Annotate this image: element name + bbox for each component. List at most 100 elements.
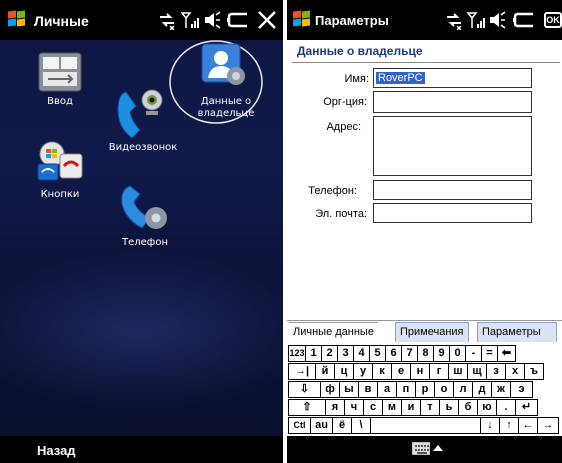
key[interactable]: 7 xyxy=(401,345,418,362)
key[interactable]: 5 xyxy=(369,345,386,362)
soft-key-bar xyxy=(287,436,562,463)
key[interactable]: г xyxy=(429,363,449,380)
space-key[interactable] xyxy=(370,417,481,434)
email-field[interactable] xyxy=(373,203,532,223)
key[interactable]: →| xyxy=(288,363,316,380)
chevron-up-icon[interactable] xyxy=(433,444,443,452)
key[interactable]: 3 xyxy=(337,345,354,362)
key[interactable]: Ctl xyxy=(288,417,311,434)
key[interactable]: щ xyxy=(467,363,487,380)
name-label: Имя: xyxy=(344,73,369,85)
page-title: Личные xyxy=(34,13,89,29)
key[interactable]: ш xyxy=(448,363,468,380)
key[interactable]: ↓ xyxy=(480,417,500,434)
key[interactable]: л xyxy=(453,381,473,398)
section-divider xyxy=(292,62,560,63)
icon-label-owner-info: Данные о владельце xyxy=(197,96,255,119)
key[interactable]: т xyxy=(420,399,440,416)
key[interactable]: \ xyxy=(351,417,371,434)
key[interactable]: 0 xyxy=(449,345,466,362)
buttons-icon[interactable] xyxy=(36,140,84,184)
key[interactable]: ц xyxy=(334,363,354,380)
key[interactable]: х xyxy=(505,363,525,380)
key[interactable]: э xyxy=(510,381,533,398)
key[interactable]: п xyxy=(396,381,416,398)
org-field[interactable] xyxy=(373,91,532,113)
key[interactable]: ⬅ xyxy=(497,345,516,362)
tab-personal[interactable]: Личные данные xyxy=(289,322,378,342)
key[interactable]: ← xyxy=(518,417,538,434)
volume-icon[interactable] xyxy=(488,10,506,30)
name-field[interactable]: RoverPC xyxy=(373,68,532,88)
address-field[interactable] xyxy=(373,116,532,176)
key[interactable]: а xyxy=(377,381,397,398)
key[interactable]: н xyxy=(410,363,430,380)
key[interactable]: ъ xyxy=(524,363,544,380)
key[interactable]: ⇩ xyxy=(288,381,321,398)
connectivity-icon[interactable] xyxy=(158,10,176,30)
video-call-icon[interactable] xyxy=(116,86,166,142)
ok-button[interactable]: OK xyxy=(544,12,562,28)
key[interactable]: з xyxy=(486,363,506,380)
key[interactable]: м xyxy=(382,399,402,416)
key[interactable]: в xyxy=(358,381,378,398)
keyboard-icon[interactable] xyxy=(412,442,430,455)
volume-icon[interactable] xyxy=(203,10,221,30)
key[interactable]: е xyxy=(391,363,411,380)
windows-start-icon[interactable] xyxy=(293,10,313,29)
key[interactable]: ↑ xyxy=(499,417,519,434)
key[interactable]: с xyxy=(363,399,383,416)
icon-label-buttons: Кнопки xyxy=(40,189,80,200)
background-glow xyxy=(0,250,283,410)
key[interactable]: 9 xyxy=(433,345,450,362)
key[interactable]: 6 xyxy=(385,345,402,362)
owner-info-icon[interactable] xyxy=(200,42,246,88)
signal-icon[interactable] xyxy=(181,10,199,30)
title-bar: Личные xyxy=(0,0,283,40)
key[interactable]: б xyxy=(458,399,478,416)
key[interactable]: ю xyxy=(477,399,497,416)
key[interactable]: - xyxy=(465,345,482,362)
key[interactable]: ↵ xyxy=(515,399,538,416)
key[interactable]: ё xyxy=(332,417,352,434)
signal-icon[interactable] xyxy=(467,10,485,30)
input-icon[interactable] xyxy=(38,52,82,92)
key[interactable]: 2 xyxy=(321,345,338,362)
settings-owner-info-screen: Параметры OK Данные о владельце Имя: Rov… xyxy=(287,0,562,463)
key[interactable]: р xyxy=(415,381,435,398)
key[interactable]: 123 xyxy=(288,345,306,362)
key[interactable]: ж xyxy=(491,381,511,398)
phone-settings-icon[interactable] xyxy=(120,182,170,232)
close-icon[interactable] xyxy=(257,11,277,31)
key[interactable]: о xyxy=(434,381,454,398)
key[interactable]: и xyxy=(401,399,421,416)
email-label: Эл. почта: xyxy=(315,208,367,220)
key[interactable]: ь xyxy=(439,399,459,416)
key[interactable]: → xyxy=(537,417,559,434)
key[interactable]: я xyxy=(325,399,345,416)
key[interactable]: ч xyxy=(344,399,364,416)
key[interactable]: ы xyxy=(339,381,359,398)
key[interactable]: аu xyxy=(310,417,333,434)
key[interactable]: д xyxy=(472,381,492,398)
key[interactable]: . xyxy=(496,399,516,416)
key[interactable]: 4 xyxy=(353,345,370,362)
org-label: Орг-ция: xyxy=(323,96,367,108)
back-softkey[interactable]: Назад xyxy=(37,443,76,458)
key[interactable]: у xyxy=(353,363,373,380)
key[interactable]: к xyxy=(372,363,392,380)
battery-icon[interactable] xyxy=(513,10,535,30)
battery-icon[interactable] xyxy=(227,10,249,30)
phone-field[interactable] xyxy=(373,180,532,200)
key[interactable]: 1 xyxy=(305,345,322,362)
key[interactable]: ф xyxy=(320,381,340,398)
key[interactable]: = xyxy=(481,345,498,362)
tab-options[interactable]: Параметры xyxy=(477,322,557,342)
key[interactable]: ⇧ xyxy=(288,399,326,416)
windows-start-icon[interactable] xyxy=(8,10,28,29)
key[interactable]: 8 xyxy=(417,345,434,362)
tab-notes[interactable]: Примечания xyxy=(395,322,469,342)
key[interactable]: й xyxy=(315,363,335,380)
address-label: Адрес: xyxy=(326,121,361,133)
connectivity-icon[interactable] xyxy=(445,10,463,30)
